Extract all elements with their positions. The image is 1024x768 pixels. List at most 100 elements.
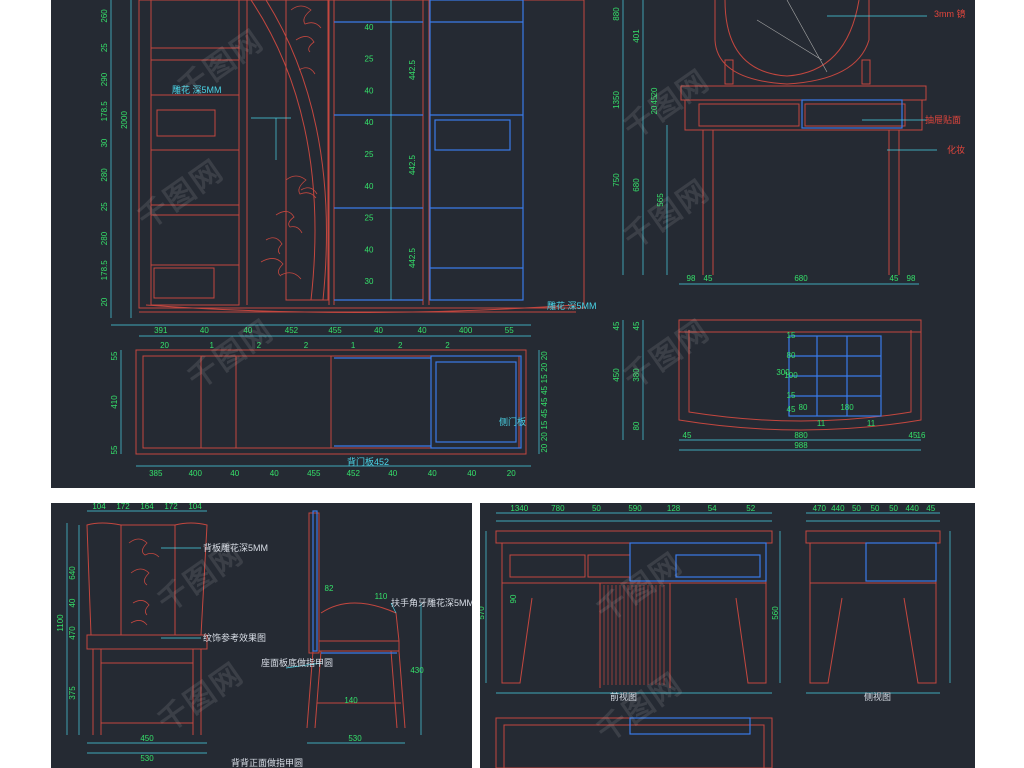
small-dimension-label: 25 [365, 150, 374, 159]
dimension-label: 178.5 [100, 101, 109, 122]
plan-dimension-label: 15 [787, 331, 796, 340]
overall-height-label: 2000 [120, 111, 129, 129]
plan-dimension-label: 45 [632, 321, 641, 330]
dimension-label: 50 [871, 504, 880, 513]
dimension-label: 260 [100, 9, 109, 23]
dimension-label: 20 [160, 341, 169, 350]
plan-dimension-label: 15 [540, 374, 549, 383]
plan-dimension-label: 20 [540, 432, 549, 441]
dimension-label: 440 [831, 504, 845, 513]
plan-dimension-label: 400 [189, 469, 203, 478]
plan-dimension-label: 11 [817, 419, 826, 428]
dimension-label: 50 [592, 504, 601, 513]
view-label-front: 前视图 [610, 692, 638, 702]
plan-label-side: 侧门板 [499, 417, 527, 427]
dimension-label: 530 [348, 734, 362, 743]
dimension-label: 50 [889, 504, 898, 513]
plan-dimension-label: 452 [347, 469, 361, 478]
dimension-label: 52 [746, 504, 755, 513]
plan-dimension-label: 45 [540, 397, 549, 406]
plan-dimension-label: 380 [632, 368, 641, 382]
plan-dimension-label: 40 [230, 469, 239, 478]
dimension-label: 2 [398, 341, 403, 350]
dimension-label: 25 [100, 202, 109, 211]
dimension-label: 20 [100, 297, 109, 306]
plan-dimension-label: 100 [784, 371, 798, 380]
small-dimension-label: 30 [365, 277, 374, 286]
shelf-dimension-label: 442.5 [408, 59, 417, 80]
dimension-label: 98 [907, 274, 916, 283]
dimension-label: 452 [285, 326, 299, 335]
dimension-label: 20 [650, 87, 659, 96]
dimension-label: 172 [116, 503, 130, 511]
dimension-label: 375 [68, 686, 77, 700]
carving-note-right: 雕花 深5MM [547, 301, 597, 311]
dimension-label: 1 [351, 341, 356, 350]
small-dimension-label: 40 [365, 23, 374, 32]
plan-dimension-label: 455 [307, 469, 321, 478]
plan-dimension-label: 180 [840, 403, 854, 412]
dimension-label: 430 [410, 666, 424, 675]
plan-dimension-label: 45 [612, 321, 621, 330]
dimension-label: 750 [612, 173, 621, 187]
drawing-panel-dressing-table: 880 401 20 45 20 1350 750 680 565 98 45 680 45 98 45… [607, 0, 975, 488]
dimension-label: 104 [92, 503, 106, 511]
dimension-label: 400 [459, 326, 473, 335]
plan-dimension-label: 40 [388, 469, 397, 478]
dimension-label: 570 [480, 606, 486, 620]
dimension-label: 54 [708, 504, 717, 513]
dimension-label: 290 [100, 72, 109, 86]
dimension-label: 680 [794, 274, 808, 283]
carving-note-left: 雕花 深5MM [172, 85, 222, 95]
plan-dimension-label: 880 [794, 431, 808, 440]
dimension-label: 780 [551, 504, 565, 513]
plan-dimension-label: 450 [612, 368, 621, 382]
small-dimension-label: 40 [365, 86, 374, 95]
dimension-label: 178.5 [100, 260, 109, 281]
plan-dimension-label: 55 [110, 351, 119, 360]
dimension-label: 280 [100, 231, 109, 245]
plan-dimension-label: 45 [540, 409, 549, 418]
dimension-label: 40 [243, 326, 252, 335]
dimension-label: 172 [164, 503, 178, 511]
plan-dimension-label: 11 [867, 419, 876, 428]
shelf-dimension-label: 442.5 [408, 247, 417, 268]
dimension-label: 401 [632, 29, 641, 43]
plan-dimension-label: 20 [507, 469, 516, 478]
dimension-label: 104 [188, 503, 202, 511]
small-dimension-label: 25 [365, 214, 374, 223]
small-dimension-label: 40 [365, 245, 374, 254]
dimension-label: 45 [890, 274, 899, 283]
dimension-label: 680 [632, 178, 641, 192]
dimension-label: 164 [140, 503, 154, 511]
plan-dimension-label: 988 [794, 441, 808, 450]
small-dimension-label: 40 [365, 182, 374, 191]
dimension-label: 1340 [510, 504, 528, 513]
dimension-label: 45 [650, 95, 659, 104]
dimension-label: 2 [257, 341, 262, 350]
dimension-label: 40 [200, 326, 209, 335]
plan-dimension-label: 20 [540, 351, 549, 360]
dimension-label: 450 [140, 734, 154, 743]
makeup-note: 化妆 [947, 145, 966, 155]
dimension-label: 470 [68, 626, 77, 640]
dimension-label: 440 [905, 504, 919, 513]
dimension-label: 640 [68, 566, 77, 580]
dimension-label: 50 [852, 504, 861, 513]
chair-note-seat: 座面板底做指甲圆 [261, 658, 334, 668]
dimension-label: 530 [140, 754, 154, 763]
plan-dimension-label: 45 [683, 431, 692, 440]
chair-note-back-carving: 背板雕花深5MM [203, 543, 268, 553]
chair-note-backrest: 背背正面做指甲圆 [231, 758, 304, 768]
dimension-label: 880 [612, 7, 621, 21]
dimension-label: 560 [771, 606, 780, 620]
plan-dimension-label: 80 [787, 351, 796, 360]
dimension-label: 2 [304, 341, 309, 350]
dressing-table-drawing: 8804012045201350750 680565 98 45 680 45 98 45… [612, 0, 937, 451]
dimension-label: 90 [509, 594, 518, 603]
desk-drawing: 1340 780 50 590 128 54 52 570 560 90 470 440 50 50 5… [480, 504, 951, 768]
plan-dimension-label: 55 [110, 445, 119, 454]
plan-dimension-label: 40 [270, 469, 279, 478]
dimension-label: 40 [374, 326, 383, 335]
dimension-label: 470 [813, 504, 827, 513]
